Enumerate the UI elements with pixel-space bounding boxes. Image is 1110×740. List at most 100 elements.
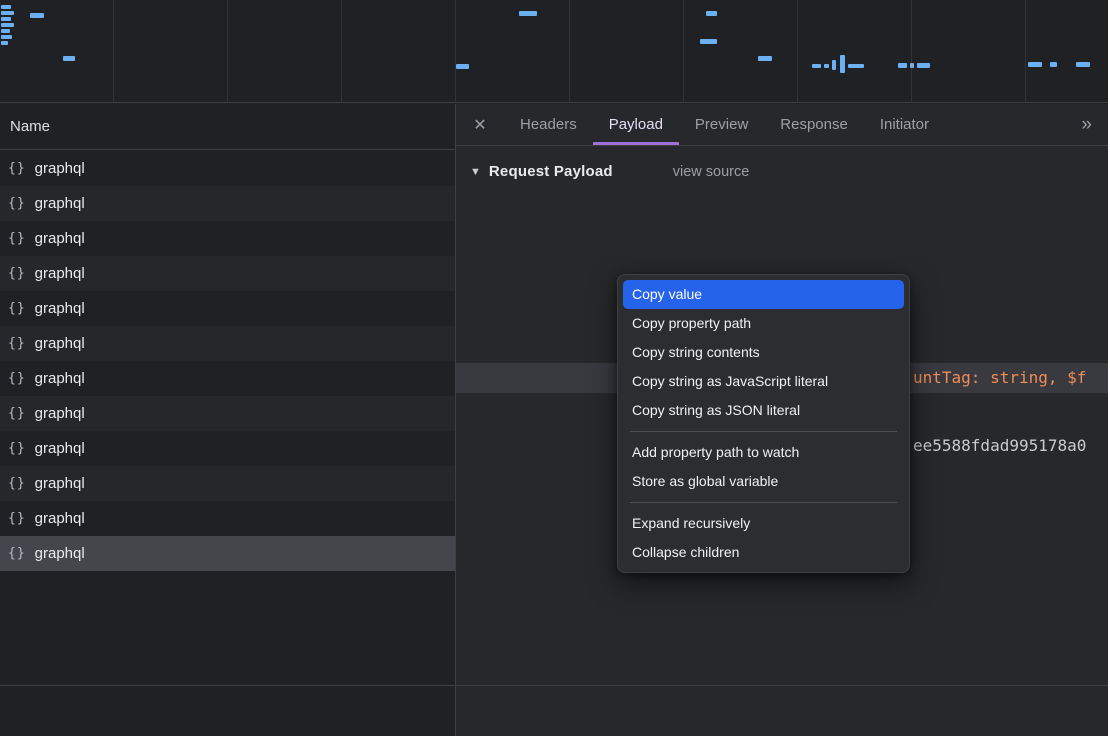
tree-row-object-root[interactable]: ▼{operationName: "ipFlowTimeseries", var… bbox=[456, 227, 1108, 257]
request-row[interactable]: {} graphql bbox=[0, 501, 455, 536]
menu-item[interactable]: Collapse children bbox=[618, 538, 909, 567]
request-name: graphql bbox=[35, 195, 85, 212]
request-timing-bar bbox=[832, 60, 836, 70]
json-braces-icon: {} bbox=[8, 441, 26, 456]
request-row[interactable]: {} graphql bbox=[0, 151, 455, 186]
request-row[interactable]: {}graphql bbox=[0, 396, 455, 431]
json-braces-icon: {} bbox=[8, 196, 26, 211]
json-braces-icon: {} bbox=[8, 231, 26, 246]
json-braces-icon: {} bbox=[8, 511, 26, 526]
request-row[interactable]: {} graphql bbox=[0, 221, 455, 256]
request-row[interactable]: {} graphql bbox=[0, 326, 455, 361]
overview-gridline bbox=[455, 0, 456, 102]
json-braces-icon: {} bbox=[8, 371, 26, 386]
request-list: {} graphql {} graphql {} graphql {} graphql {} gr… bbox=[0, 151, 455, 571]
request-timing-bar bbox=[1, 29, 10, 33]
overview-gridline bbox=[113, 0, 114, 102]
overview-gridline bbox=[1025, 0, 1026, 102]
context-menu: Copy valueCopy property pathCopy string … bbox=[617, 274, 910, 573]
request-name: graphql bbox=[35, 230, 85, 247]
close-icon[interactable]: ✕ bbox=[456, 104, 504, 145]
menu-item[interactable]: Copy property path bbox=[618, 309, 909, 338]
network-overview-timeline[interactable] bbox=[0, 0, 1108, 103]
overview-gridline bbox=[227, 0, 228, 102]
request-name: graphql bbox=[35, 545, 85, 562]
tab-bar: ✕ HeadersPayloadPreviewResponseInitiator… bbox=[456, 104, 1108, 146]
overview-gridline bbox=[341, 0, 342, 102]
view-source-link[interactable]: view source bbox=[673, 164, 750, 180]
json-braces-icon: {} bbox=[8, 546, 26, 561]
request-payload-section-header: ▼ Request Payload view source bbox=[470, 163, 1108, 180]
property-value-continued: ee5588fdad995178a0 bbox=[913, 431, 1086, 461]
tab-strip: HeadersPayloadPreviewResponseInitiator bbox=[504, 104, 945, 145]
request-name: graphql bbox=[35, 265, 85, 282]
menu-item[interactable]: Store as global variable bbox=[618, 467, 909, 496]
overview-gridline bbox=[797, 0, 798, 102]
request-row[interactable]: {} graphql bbox=[0, 466, 455, 501]
request-timing-bar bbox=[1076, 62, 1090, 67]
request-timing-bar bbox=[812, 64, 821, 68]
request-row[interactable]: {} graphql bbox=[0, 361, 455, 396]
request-name: graphql bbox=[35, 510, 85, 527]
request-row[interactable]: {} graphql bbox=[0, 431, 455, 466]
column-header-name[interactable]: Name bbox=[0, 104, 455, 150]
json-braces-icon: {} bbox=[8, 476, 26, 491]
json-braces-icon: {} bbox=[8, 266, 26, 281]
devtools-network-panel: Name {}graphql{}graphql{}graphql{}graphq… bbox=[0, 0, 1108, 736]
request-timing-bar bbox=[1, 23, 14, 27]
request-timing-bar bbox=[840, 55, 845, 73]
request-row[interactable]: {} graphql bbox=[0, 536, 455, 571]
request-name: graphql bbox=[35, 335, 85, 352]
request-timing-bar bbox=[917, 63, 930, 68]
overview-gridline bbox=[911, 0, 912, 102]
request-row[interactable]: {} graphql bbox=[0, 186, 455, 221]
request-name: graphql bbox=[35, 160, 85, 177]
json-braces-icon: {} bbox=[8, 336, 26, 351]
json-braces-icon: {} bbox=[8, 161, 26, 176]
request-name: graphql bbox=[35, 370, 85, 387]
request-row[interactable]: {} graphql bbox=[0, 256, 455, 291]
request-timing-bar bbox=[898, 63, 907, 68]
request-row[interactable]: {}graphql bbox=[0, 291, 455, 326]
request-timing-bar bbox=[30, 13, 44, 18]
request-timing-bar bbox=[848, 64, 864, 68]
tab-initiator[interactable]: Initiator bbox=[864, 104, 945, 145]
request-timing-bar bbox=[1, 17, 11, 21]
name-header-label: Name bbox=[10, 118, 50, 135]
network-list-panel: Name {}graphql{}graphql{}graphql{}graphq… bbox=[0, 104, 455, 736]
menu-item[interactable]: Copy string as JavaScript literal bbox=[618, 367, 909, 396]
json-braces-icon: {} bbox=[8, 301, 26, 316]
section-title: Request Payload bbox=[489, 163, 613, 180]
request-timing-bar bbox=[63, 56, 75, 61]
footer-divider bbox=[0, 685, 1108, 686]
overview-gridline bbox=[569, 0, 570, 102]
tab-response[interactable]: Response bbox=[764, 104, 864, 145]
request-timing-bar bbox=[910, 63, 914, 68]
menu-item[interactable]: Copy value bbox=[623, 280, 904, 309]
request-name: graphql bbox=[35, 475, 85, 492]
menu-separator bbox=[630, 502, 897, 503]
tab-payload[interactable]: Payload bbox=[593, 104, 679, 145]
request-name: graphql bbox=[35, 440, 85, 457]
request-timing-bar bbox=[1028, 62, 1042, 67]
request-timing-bar bbox=[700, 39, 717, 44]
request-timing-bar bbox=[1, 11, 14, 15]
menu-item[interactable]: Copy string as JSON literal bbox=[618, 396, 909, 425]
request-timing-bar bbox=[706, 11, 717, 16]
request-timing-bar bbox=[1050, 62, 1057, 67]
menu-item[interactable]: Copy string contents bbox=[618, 338, 909, 367]
menu-item[interactable]: Expand recursively bbox=[618, 509, 909, 538]
tab-headers[interactable]: Headers bbox=[504, 104, 593, 145]
request-timing-bar bbox=[1, 35, 12, 39]
request-name: graphql bbox=[35, 405, 85, 422]
property-value-continued: untTag: string, $f bbox=[913, 363, 1086, 393]
request-timing-bar bbox=[1, 41, 8, 45]
request-timing-bar bbox=[1, 5, 11, 9]
menu-item[interactable]: Add property path to watch bbox=[618, 438, 909, 467]
caret-down-icon[interactable]: ▼ bbox=[470, 166, 481, 178]
more-tabs-icon[interactable]: » bbox=[1065, 104, 1108, 145]
menu-separator bbox=[630, 431, 897, 432]
request-timing-bar bbox=[456, 64, 469, 69]
request-timing-bar bbox=[758, 56, 772, 61]
tab-preview[interactable]: Preview bbox=[679, 104, 764, 145]
